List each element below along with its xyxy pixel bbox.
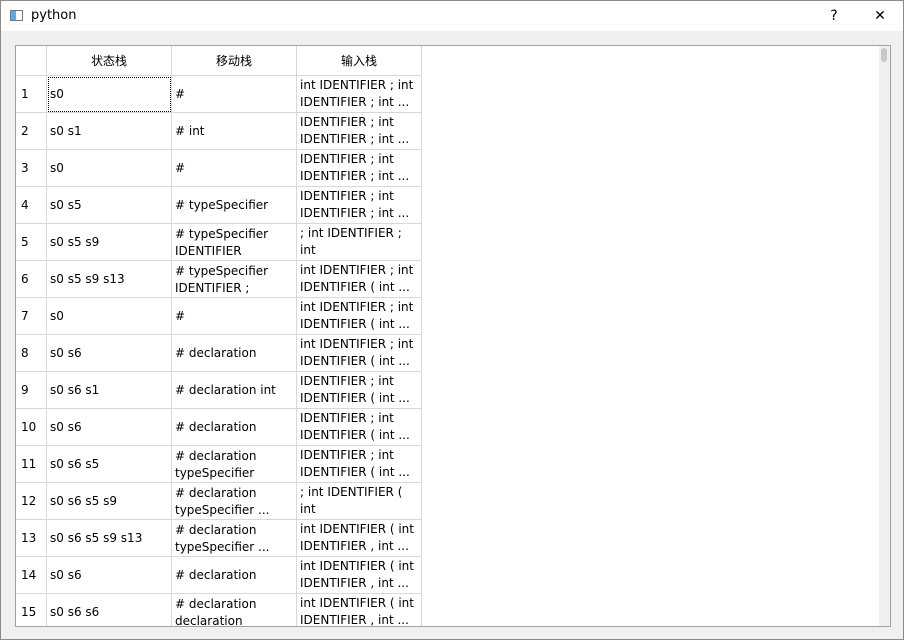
cell-input-stack[interactable]: ; int IDENTIFIER ; int IDENTIFIER ( int … xyxy=(297,224,422,261)
cell-state-stack[interactable]: s0 s6 xyxy=(47,557,172,594)
cell-state-stack[interactable]: s0 s6 xyxy=(47,409,172,446)
cell-input-stack[interactable]: int IDENTIFIER ; int IDENTIFIER ( int ..… xyxy=(297,261,422,298)
table-row[interactable]: 8 s0 s6 # declaration int IDENTIFIER ; int … xyxy=(16,335,882,372)
table-row[interactable]: 2 s0 s1 # int IDENTIFIER ; int IDENTIFIER ;… xyxy=(16,113,882,150)
table-row[interactable]: 7 s0 # int IDENTIFIER ; int IDENTIFIER ( in… xyxy=(16,298,882,335)
row-header[interactable]: 6 xyxy=(16,261,47,298)
table-row[interactable]: 1 s0 # int IDENTIFIER ; int IDENTIFIER ; in… xyxy=(16,76,882,113)
cell-input-stack[interactable]: IDENTIFIER ; int IDENTIFIER ( int ... xyxy=(297,446,422,483)
cell-move-stack[interactable]: # declaration typeSpecifier ... xyxy=(172,520,297,557)
state-table[interactable]: 状态栈 移动栈 输入栈 1 s0 # int IDENTIFIER ; int IDE… xyxy=(15,45,891,627)
table-row[interactable]: 12 s0 s6 s5 s9 # declaration typeSpecifier… xyxy=(16,483,882,520)
cell-move-stack[interactable]: # xyxy=(172,298,297,335)
column-header-state-stack[interactable]: 状态栈 xyxy=(47,46,172,76)
cell-input-stack[interactable]: int IDENTIFIER ; int IDENTIFIER ( int ..… xyxy=(297,335,422,372)
row-header[interactable]: 12 xyxy=(16,483,47,520)
row-header[interactable]: 5 xyxy=(16,224,47,261)
row-header[interactable]: 2 xyxy=(16,113,47,150)
cell-input-stack[interactable]: int IDENTIFIER ( int IDENTIFIER , int ..… xyxy=(297,594,422,626)
cell-state-stack[interactable]: s0 s5 s9 s13 xyxy=(47,261,172,298)
row-header[interactable]: 11 xyxy=(16,446,47,483)
cell-move-stack[interactable]: # declaration typeSpecifier xyxy=(172,446,297,483)
row-header[interactable]: 7 xyxy=(16,298,47,335)
table-row[interactable]: 11 s0 s6 s5 # declaration typeSpecifier IDE… xyxy=(16,446,882,483)
cell-state-stack[interactable]: s0 s5 xyxy=(47,187,172,224)
cell-move-stack[interactable]: # xyxy=(172,150,297,187)
table-row[interactable]: 10 s0 s6 # declaration IDENTIFIER ; int IDE… xyxy=(16,409,882,446)
close-button[interactable]: ✕ xyxy=(857,1,903,31)
column-header-input-stack[interactable]: 输入栈 xyxy=(297,46,422,76)
table-row[interactable]: 13 s0 s6 s5 s9 s13 # declaration typeSpeci… xyxy=(16,520,882,557)
cell-input-stack[interactable]: int IDENTIFIER ; int IDENTIFIER ; int ..… xyxy=(297,76,422,113)
cell-move-stack[interactable]: # typeSpecifier xyxy=(172,187,297,224)
cell-move-stack[interactable]: # typeSpecifier IDENTIFIER xyxy=(172,224,297,261)
cell-move-stack[interactable]: # xyxy=(172,76,297,113)
row-header[interactable]: 1 xyxy=(16,76,47,113)
table-row[interactable]: 4 s0 s5 # typeSpecifier IDENTIFIER ; int ID… xyxy=(16,187,882,224)
cell-move-stack[interactable]: # declaration declaration xyxy=(172,594,297,626)
vertical-scrollbar[interactable] xyxy=(879,46,890,626)
cell-state-stack[interactable]: s0 xyxy=(47,76,172,113)
cell-state-stack[interactable]: s0 s6 s5 xyxy=(47,446,172,483)
cell-state-stack[interactable]: s0 s1 xyxy=(47,113,172,150)
cell-state-stack[interactable]: s0 xyxy=(47,298,172,335)
cell-input-stack[interactable]: IDENTIFIER ; int IDENTIFIER ( int ... xyxy=(297,372,422,409)
app-window-icon xyxy=(10,10,23,21)
cell-input-stack[interactable]: IDENTIFIER ; int IDENTIFIER ( int ... xyxy=(297,409,422,446)
table-row[interactable]: 14 s0 s6 # declaration int IDENTIFIER ( int… xyxy=(16,557,882,594)
cell-state-stack[interactable]: s0 s5 s9 xyxy=(47,224,172,261)
cell-move-stack[interactable]: # typeSpecifier IDENTIFIER ; xyxy=(172,261,297,298)
row-header[interactable]: 8 xyxy=(16,335,47,372)
row-header[interactable]: 10 xyxy=(16,409,47,446)
help-button[interactable]: ? xyxy=(811,1,857,31)
cell-move-stack[interactable]: # int xyxy=(172,113,297,150)
cell-input-stack[interactable]: int IDENTIFIER ; int IDENTIFIER ( int ..… xyxy=(297,298,422,335)
row-header[interactable]: 13 xyxy=(16,520,47,557)
cell-move-stack[interactable]: # declaration typeSpecifier ... xyxy=(172,483,297,520)
cell-state-stack[interactable]: s0 xyxy=(47,150,172,187)
table-row[interactable]: 6 s0 s5 s9 s13 # typeSpecifier IDENTIFIER … xyxy=(16,261,882,298)
cell-move-stack[interactable]: # declaration int xyxy=(172,372,297,409)
table-body: 1 s0 # int IDENTIFIER ; int IDENTIFIER ; in… xyxy=(16,76,882,626)
cell-input-stack[interactable]: ; int IDENTIFIER ( int IDENTIFIER , int … xyxy=(297,483,422,520)
cell-move-stack[interactable]: # declaration xyxy=(172,557,297,594)
table-row[interactable]: 15 s0 s6 s6 # declaration declaration int I… xyxy=(16,594,882,626)
column-header-move-stack[interactable]: 移动栈 xyxy=(172,46,297,76)
cell-move-stack[interactable]: # declaration xyxy=(172,335,297,372)
cell-input-stack[interactable]: IDENTIFIER ; int IDENTIFIER ; int ... xyxy=(297,113,422,150)
table-row[interactable]: 9 s0 s6 s1 # declaration int IDENTIFIER ; i… xyxy=(16,372,882,409)
row-header[interactable]: 4 xyxy=(16,187,47,224)
row-header[interactable]: 15 xyxy=(16,594,47,626)
table-row[interactable]: 3 s0 # IDENTIFIER ; int IDENTIFIER ; int ..… xyxy=(16,150,882,187)
cell-state-stack[interactable]: s0 s6 s5 s9 xyxy=(47,483,172,520)
window-title: python xyxy=(31,8,77,23)
scrollbar-thumb[interactable] xyxy=(881,48,887,62)
cell-state-stack[interactable]: s0 s6 xyxy=(47,335,172,372)
cell-move-stack[interactable]: # declaration xyxy=(172,409,297,446)
cell-input-stack[interactable]: IDENTIFIER ; int IDENTIFIER ; int ... xyxy=(297,187,422,224)
cell-input-stack[interactable]: int IDENTIFIER ( int IDENTIFIER , int ..… xyxy=(297,520,422,557)
title-bar[interactable]: python ? ✕ xyxy=(1,1,903,31)
main-window: python ? ✕ 状态栈 移动栈 输入栈 1 s0 # int IDENTIFIE… xyxy=(0,0,904,640)
row-header[interactable]: 14 xyxy=(16,557,47,594)
cell-state-stack[interactable]: s0 s6 s1 xyxy=(47,372,172,409)
table-row[interactable]: 5 s0 s5 s9 # typeSpecifier IDENTIFIER; int… xyxy=(16,224,882,261)
cell-input-stack[interactable]: int IDENTIFIER ( int IDENTIFIER , int ..… xyxy=(297,557,422,594)
cell-state-stack[interactable]: s0 s6 s6 xyxy=(47,594,172,626)
row-header[interactable]: 9 xyxy=(16,372,47,409)
cell-input-stack[interactable]: IDENTIFIER ; int IDENTIFIER ; int ... xyxy=(297,150,422,187)
row-header[interactable]: 3 xyxy=(16,150,47,187)
table-corner-button[interactable] xyxy=(16,46,47,76)
cell-state-stack[interactable]: s0 s6 s5 s9 s13 xyxy=(47,520,172,557)
